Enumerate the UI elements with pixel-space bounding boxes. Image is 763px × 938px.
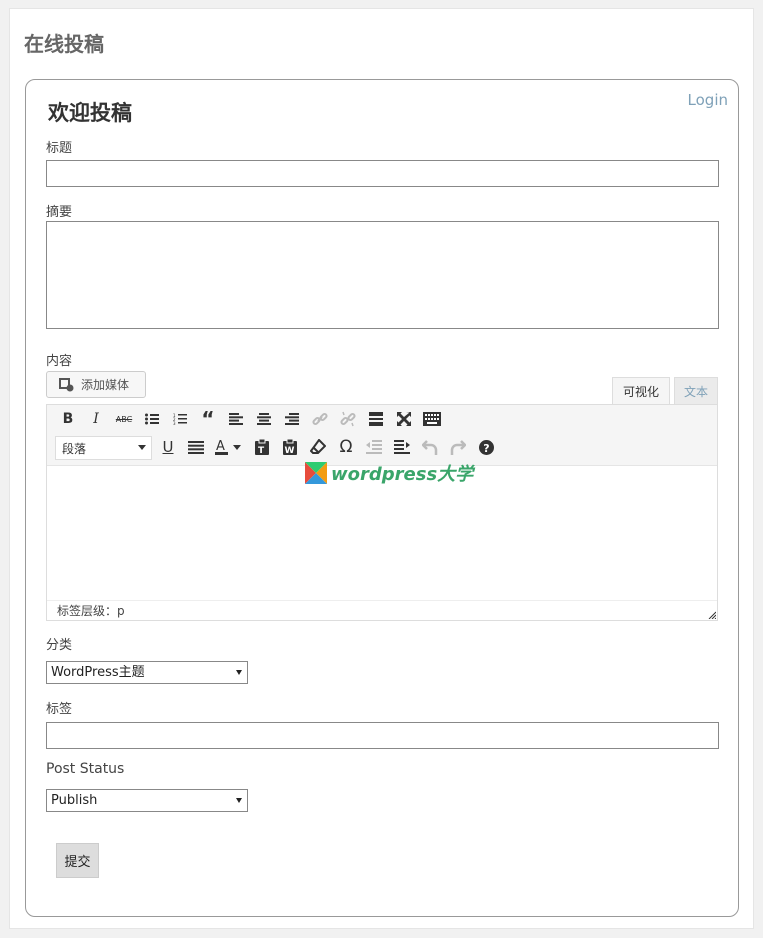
media-icon — [59, 377, 74, 391]
watermark-text: wordpress大学 — [331, 464, 474, 485]
paste-text-icon[interactable]: T — [249, 434, 275, 460]
editor-toolbar: B I ABC 123 “ 段落 U A T W Ω ? — [47, 405, 717, 466]
paragraph-format-select[interactable]: 段落 — [55, 436, 152, 460]
redo-icon[interactable] — [445, 434, 471, 460]
align-left-icon[interactable] — [223, 406, 249, 432]
resize-grip-icon[interactable] — [708, 611, 716, 619]
add-media-label: 添加媒体 — [81, 378, 130, 392]
form-heading: 欢迎投稿 — [48, 101, 132, 125]
tab-visual[interactable]: 可视化 — [612, 377, 670, 404]
align-center-icon[interactable] — [251, 406, 277, 432]
post-status-label: Post Status — [46, 761, 125, 777]
svg-text:T: T — [258, 446, 265, 455]
post-status-select[interactable]: Publish — [46, 789, 248, 812]
wordpress-university-logo-icon — [305, 462, 327, 484]
justify-icon[interactable] — [183, 434, 209, 460]
insert-link-icon[interactable] — [307, 406, 333, 432]
chevron-down-icon — [236, 670, 242, 675]
text-color-icon[interactable]: A — [211, 434, 247, 460]
svg-text:A: A — [216, 439, 225, 454]
title-input[interactable] — [46, 160, 719, 187]
tab-text[interactable]: 文本 — [674, 377, 718, 404]
excerpt-label: 摘要 — [46, 205, 73, 220]
help-icon[interactable]: ? — [473, 434, 499, 460]
post-status-value: Publish — [51, 793, 98, 808]
svg-text:?: ? — [483, 442, 489, 455]
blockquote-icon[interactable]: “ — [195, 406, 221, 432]
excerpt-textarea[interactable] — [46, 221, 719, 329]
page-container: 在线投稿 Login 欢迎投稿 标题 摘要 内容 添加媒体 可视化 文本 B I… — [9, 8, 754, 929]
clear-format-icon[interactable] — [305, 434, 331, 460]
bulleted-list-icon[interactable] — [139, 406, 165, 432]
fullscreen-icon[interactable] — [391, 406, 417, 432]
login-link[interactable]: Login — [688, 91, 728, 109]
paste-word-icon[interactable]: W — [277, 434, 303, 460]
svg-text:3: 3 — [173, 421, 176, 425]
align-right-icon[interactable] — [279, 406, 305, 432]
remove-link-icon[interactable] — [335, 406, 361, 432]
rich-text-editor: B I ABC 123 “ 段落 U A T W Ω ? wordpress大学… — [46, 404, 718, 621]
category-label: 分类 — [46, 638, 73, 653]
outdent-icon[interactable] — [361, 434, 387, 460]
add-media-button[interactable]: 添加媒体 — [46, 371, 146, 398]
title-label: 标题 — [46, 141, 73, 156]
read-more-icon[interactable] — [363, 406, 389, 432]
chevron-down-icon — [138, 445, 146, 450]
tags-input[interactable] — [46, 722, 719, 749]
undo-icon[interactable] — [417, 434, 443, 460]
toolbar-toggle-icon[interactable] — [419, 406, 445, 432]
underline-icon[interactable]: U — [155, 434, 181, 460]
content-label: 内容 — [46, 354, 73, 369]
page-title: 在线投稿 — [24, 32, 104, 56]
strikethrough-icon[interactable]: ABC — [111, 406, 137, 432]
watermark-logo: wordpress大学 — [305, 460, 473, 486]
svg-text:W: W — [285, 446, 295, 455]
numbered-list-icon[interactable]: 123 — [167, 406, 193, 432]
bold-icon[interactable]: B — [55, 406, 81, 432]
italic-icon[interactable]: I — [83, 406, 109, 432]
submit-button[interactable]: 提交 — [56, 843, 99, 878]
special-char-icon[interactable]: Ω — [333, 434, 359, 460]
submission-form: Login 欢迎投稿 标题 摘要 内容 添加媒体 可视化 文本 B I ABC … — [25, 79, 739, 917]
tags-label: 标签 — [46, 702, 73, 717]
editor-status-path: 标签层级：p — [47, 600, 717, 620]
paragraph-format-value: 段落 — [62, 441, 87, 456]
chevron-down-icon — [236, 798, 242, 803]
indent-icon[interactable] — [389, 434, 415, 460]
category-select[interactable]: WordPress主题 — [46, 661, 248, 684]
category-value: WordPress主题 — [51, 665, 145, 680]
